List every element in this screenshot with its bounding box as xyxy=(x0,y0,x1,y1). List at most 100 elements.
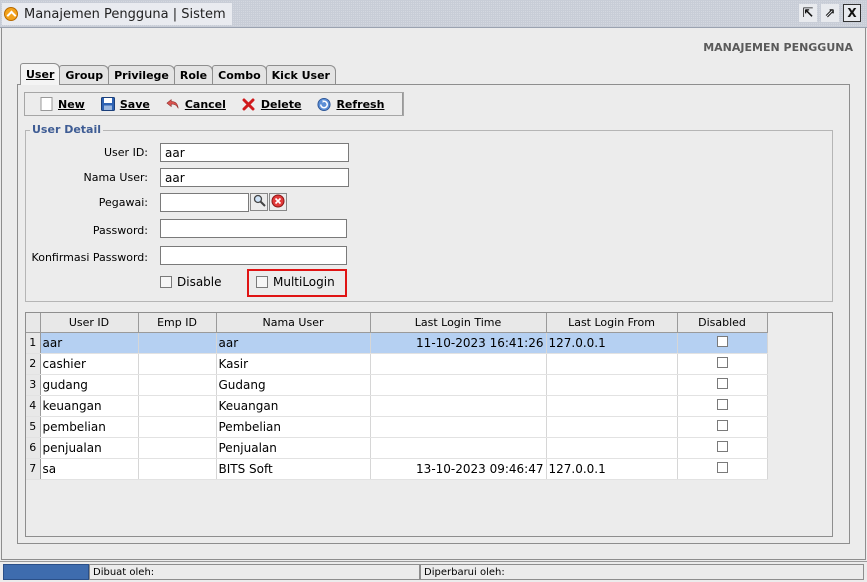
cell-emp-id[interactable] xyxy=(138,332,217,354)
table-row[interactable]: 5 pembelian Pembelian xyxy=(26,416,768,438)
cell-last-login-time[interactable] xyxy=(370,395,547,417)
multilogin-checkbox-box[interactable] xyxy=(256,276,268,288)
cell-disabled[interactable] xyxy=(677,374,768,396)
cell-last-login-time[interactable]: 13-10-2023 09:46:47 xyxy=(370,458,547,480)
cell-disabled[interactable] xyxy=(677,353,768,375)
column-header-disabled[interactable]: Disabled xyxy=(677,313,768,333)
table-row[interactable]: 7 sa BITS Soft 13-10-2023 09:46:47 127.0… xyxy=(26,458,768,480)
window-titlebar: Manajemen Pengguna | Sistem ⇱ ⇗ X xyxy=(0,0,867,28)
pegawai-clear-button[interactable] xyxy=(269,193,287,211)
cell-disabled[interactable] xyxy=(677,458,768,480)
cell-last-login-from[interactable] xyxy=(546,374,678,396)
table-row[interactable]: 2 cashier Kasir xyxy=(26,353,768,375)
cell-disabled[interactable] xyxy=(677,395,768,417)
new-button[interactable]: New xyxy=(35,93,89,115)
tab-role-label: Role xyxy=(179,69,208,82)
column-header-nama-user[interactable]: Nama User xyxy=(216,313,371,333)
cell-nama-user[interactable]: Penjualan xyxy=(216,437,371,459)
cancel-button[interactable]: Cancel xyxy=(162,93,230,115)
cell-disabled[interactable] xyxy=(677,437,768,459)
cell-nama-user[interactable]: Gudang xyxy=(216,374,371,396)
restore-icon[interactable]: ⇱ xyxy=(799,4,817,22)
save-button[interactable]: Save xyxy=(97,93,154,115)
refresh-button[interactable]: Refresh xyxy=(313,93,388,115)
nama-user-input[interactable]: aar xyxy=(160,168,349,187)
cell-last-login-from[interactable] xyxy=(546,395,678,417)
cell-last-login-from[interactable] xyxy=(546,353,678,375)
cell-nama-user[interactable]: Pembelian xyxy=(216,416,371,438)
cell-emp-id[interactable] xyxy=(138,374,217,396)
tab-group[interactable]: Group xyxy=(59,65,110,85)
cell-last-login-time[interactable] xyxy=(370,353,547,375)
tab-combo-label: Combo xyxy=(218,69,261,82)
save-button-label: Save xyxy=(119,97,150,111)
cell-user-id[interactable]: sa xyxy=(40,458,139,480)
cell-last-login-time[interactable] xyxy=(370,437,547,459)
pegawai-input[interactable] xyxy=(160,193,249,212)
cell-emp-id[interactable] xyxy=(138,395,217,417)
table-header-row: User ID Emp ID Nama User Last Login Time… xyxy=(26,313,768,333)
cancel-button-label: Cancel xyxy=(184,97,226,111)
cell-user-id[interactable]: aar xyxy=(40,332,139,354)
cell-user-id[interactable]: gudang xyxy=(40,374,139,396)
password-input[interactable] xyxy=(160,219,347,238)
table-row[interactable]: 6 penjualan Penjualan xyxy=(26,437,768,459)
column-header-emp-id[interactable]: Emp ID xyxy=(138,313,217,333)
cell-last-login-from[interactable]: 127.0.0.1 xyxy=(546,332,678,354)
disabled-checkbox[interactable] xyxy=(716,398,728,410)
tab-kick-user[interactable]: Kick User xyxy=(265,65,336,85)
delete-button[interactable]: Delete xyxy=(238,93,306,115)
table-row[interactable]: 1 aar aar 11-10-2023 16:41:26 127.0.0.1 xyxy=(26,332,768,354)
users-table: User ID Emp ID Nama User Last Login Time… xyxy=(26,313,768,480)
disabled-checkbox[interactable] xyxy=(716,440,728,452)
disable-checkbox-box[interactable] xyxy=(160,276,172,288)
cell-disabled[interactable] xyxy=(677,332,768,354)
main-panel: MANAJEMEN PENGGUNA User Group Privilege … xyxy=(1,28,866,560)
cell-emp-id[interactable] xyxy=(138,416,217,438)
cell-nama-user[interactable]: Keuangan xyxy=(216,395,371,417)
tab-role[interactable]: Role xyxy=(173,65,214,85)
cell-user-id[interactable]: keuangan xyxy=(40,395,139,417)
multilogin-checkbox[interactable]: MultiLogin xyxy=(256,275,335,289)
tab-user[interactable]: User xyxy=(20,63,61,85)
new-button-label: New xyxy=(58,97,85,111)
cell-nama-user[interactable]: aar xyxy=(216,332,371,354)
close-icon[interactable]: X xyxy=(843,4,861,22)
cell-last-login-time[interactable] xyxy=(370,374,547,396)
cell-emp-id[interactable] xyxy=(138,353,217,375)
pegawai-search-button[interactable] xyxy=(250,193,268,211)
cell-user-id[interactable]: penjualan xyxy=(40,437,139,459)
user-id-input[interactable]: aar xyxy=(160,143,349,162)
cell-last-login-time[interactable]: 11-10-2023 16:41:26 xyxy=(370,332,547,354)
disabled-checkbox[interactable] xyxy=(716,461,728,473)
column-header-user-id[interactable]: User ID xyxy=(40,313,139,333)
cell-disabled[interactable] xyxy=(677,416,768,438)
cell-last-login-from[interactable]: 127.0.0.1 xyxy=(546,458,678,480)
cell-user-id[interactable]: pembelian xyxy=(40,416,139,438)
status-bar: Dibuat oleh: Diperbarui oleh: xyxy=(0,561,867,582)
tab-combo[interactable]: Combo xyxy=(212,65,267,85)
column-header-last-login-time[interactable]: Last Login Time xyxy=(370,313,547,333)
cell-emp-id[interactable] xyxy=(138,458,217,480)
disable-checkbox[interactable]: Disable xyxy=(160,275,222,289)
cell-last-login-time[interactable] xyxy=(370,416,547,438)
column-header-last-login-from[interactable]: Last Login From xyxy=(546,313,678,333)
maximize-icon[interactable]: ⇗ xyxy=(821,4,839,22)
table-row[interactable]: 4 keuangan Keuangan xyxy=(26,395,768,417)
konfirmasi-password-input[interactable] xyxy=(160,246,347,265)
cell-emp-id[interactable] xyxy=(138,437,217,459)
tab-privilege[interactable]: Privilege xyxy=(108,65,175,85)
disabled-checkbox[interactable] xyxy=(716,356,728,368)
cell-nama-user[interactable]: BITS Soft xyxy=(216,458,371,480)
tab-kick-user-label: Kick User xyxy=(271,69,330,82)
disabled-checkbox[interactable] xyxy=(716,335,728,347)
table-row[interactable]: 3 gudang Gudang xyxy=(26,374,768,396)
window-controls: ⇱ ⇗ X xyxy=(799,4,861,22)
updated-by-label: Diperbarui oleh: xyxy=(424,566,505,578)
cell-nama-user[interactable]: Kasir xyxy=(216,353,371,375)
cell-last-login-from[interactable] xyxy=(546,416,678,438)
cell-user-id[interactable]: cashier xyxy=(40,353,139,375)
disabled-checkbox[interactable] xyxy=(716,419,728,431)
cell-last-login-from[interactable] xyxy=(546,437,678,459)
disabled-checkbox[interactable] xyxy=(716,377,728,389)
